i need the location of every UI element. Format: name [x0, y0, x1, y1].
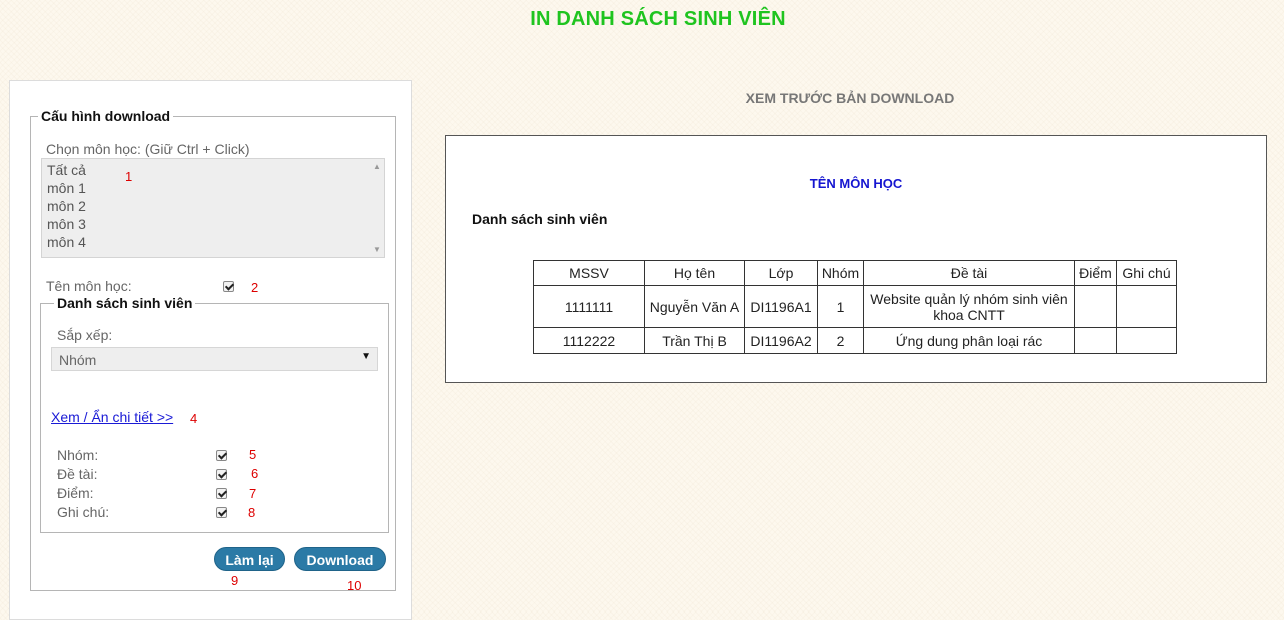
option-label-topic: Đề tài:: [57, 466, 98, 482]
annotation-number: 4: [190, 411, 198, 426]
scroll-down-icon[interactable]: ▼: [373, 245, 381, 254]
student-list-legend: Danh sách sinh viên: [54, 295, 196, 311]
column-header: Họ tên: [644, 260, 745, 286]
subject-option[interactable]: môn 1: [47, 179, 86, 197]
score-checkbox[interactable]: [216, 488, 227, 499]
option-label-score: Điểm:: [57, 485, 94, 501]
preview-title: XEM TRƯỚC BẢN DOWNLOAD: [745, 90, 955, 106]
column-header: Lớp: [744, 260, 818, 286]
toggle-details-link[interactable]: Xem / Ẩn chi tiết >>: [51, 409, 173, 425]
table-cell: DI1196A1: [744, 285, 818, 328]
config-legend: Cấu hình download: [38, 108, 174, 124]
page-title: IN DANH SÁCH SINH VIÊN: [530, 8, 786, 30]
table-cell: DI1196A2: [744, 327, 818, 354]
student-table: MSSV Họ tên Lớp Nhóm Đề tài Điểm Ghi chú…: [533, 260, 1177, 354]
subject-multiselect[interactable]: Tất cả môn 1 môn 2 môn 3 môn 4 ▲ ▼: [41, 158, 385, 258]
column-header: Nhóm: [817, 260, 864, 286]
table-row: 1111111 Nguyễn Văn A DI1196A1 1 Website …: [533, 285, 1177, 328]
scroll-up-icon[interactable]: ▲: [373, 162, 381, 171]
table-row: 1112222 Trần Thị B DI1196A2 2 Ứng dung p…: [533, 327, 1177, 354]
column-header: Đề tài: [863, 260, 1075, 286]
table-cell: 1112222: [533, 327, 645, 354]
table-cell: Trần Thị B: [644, 327, 745, 354]
annotation-number: 10: [347, 578, 362, 593]
table-header-row: MSSV Họ tên Lớp Nhóm Đề tài Điểm Ghi chú: [533, 260, 1177, 286]
subject-option[interactable]: môn 4: [47, 233, 86, 251]
table-cell: [1074, 327, 1117, 354]
course-name-checkbox[interactable]: [223, 281, 234, 292]
group-checkbox[interactable]: [216, 450, 227, 461]
annotation-number: 1: [125, 169, 133, 184]
column-header: Ghi chú: [1116, 260, 1177, 286]
table-cell: Nguyễn Văn A: [644, 285, 745, 328]
note-checkbox[interactable]: [216, 507, 227, 518]
annotation-number: 6: [251, 466, 259, 481]
subject-select-label: Chọn môn học: (Giữ Ctrl + Click): [46, 141, 250, 157]
annotation-number: 5: [249, 447, 257, 462]
config-panel: Cấu hình download Chọn môn học: (Giữ Ctr…: [9, 80, 412, 620]
table-cell: [1116, 285, 1177, 328]
table-cell: [1116, 327, 1177, 354]
download-button[interactable]: Download: [294, 547, 386, 571]
option-label-note: Ghi chú:: [57, 504, 110, 520]
subject-option[interactable]: Tất cả: [47, 161, 86, 179]
table-cell: 1111111: [533, 285, 645, 328]
subject-option[interactable]: môn 3: [47, 215, 86, 233]
topic-checkbox[interactable]: [216, 469, 227, 480]
option-label-group: Nhóm:: [57, 447, 99, 463]
table-cell: [1074, 285, 1117, 328]
subject-list-scrollbar[interactable]: ▲ ▼: [370, 159, 384, 257]
preview-course-name: TÊN MÔN HỌC: [809, 176, 903, 191]
course-name-label: Tên môn học:: [46, 278, 132, 294]
reset-button[interactable]: Làm lại: [214, 547, 285, 571]
table-cell: 1: [817, 285, 864, 328]
column-header: MSSV: [533, 260, 645, 286]
sort-select[interactable]: Nhóm ▼: [51, 347, 378, 371]
sort-selected-value: Nhóm: [59, 352, 97, 368]
preview-list-heading: Danh sách sinh viên: [472, 211, 608, 227]
preview-box: TÊN MÔN HỌC Danh sách sinh viên MSSV Họ …: [445, 135, 1267, 383]
chevron-down-icon: ▼: [361, 351, 371, 362]
column-header: Điểm: [1074, 260, 1117, 286]
annotation-number: 8: [248, 505, 256, 520]
table-cell: 2: [817, 327, 864, 354]
annotation-number: 9: [231, 573, 239, 588]
subject-option[interactable]: môn 2: [47, 197, 86, 215]
annotation-number: 2: [251, 280, 259, 295]
table-cell: Ứng dung phân loại rác: [863, 327, 1075, 354]
sort-label: Sắp xếp:: [57, 327, 113, 343]
table-cell: Website quản lý nhóm sinh viên khoa CNTT: [863, 285, 1075, 328]
annotation-number: 7: [249, 486, 257, 501]
